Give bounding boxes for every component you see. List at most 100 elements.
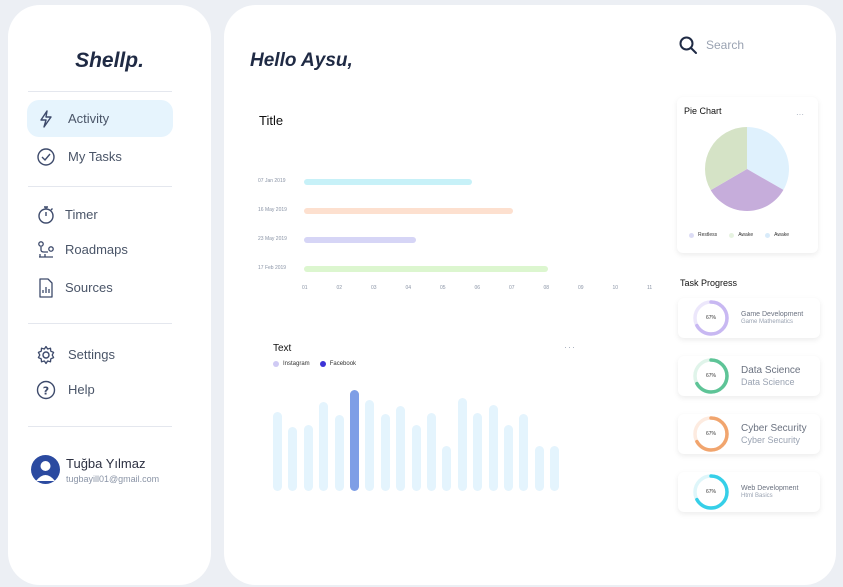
sidebar-item-label: Roadmaps — [65, 242, 128, 257]
progress-percent: 67% — [705, 373, 716, 379]
page-title: Hello Aysu, — [250, 50, 353, 71]
sidebar-item-activity[interactable]: Activity — [27, 100, 173, 137]
bar-chart-menu-button[interactable]: ··· — [564, 342, 576, 352]
pie-legend: Restless Awake Awake — [689, 232, 801, 238]
svg-text:?: ? — [43, 384, 49, 397]
gantt-row-date: 16 May 2019 — [258, 207, 287, 213]
bar-chart-bar — [365, 400, 375, 491]
bar-chart-bar — [534, 445, 544, 491]
sidebar-item-roadmaps[interactable]: Roadmaps — [27, 231, 173, 268]
gantt-tick-label: 11 — [647, 285, 653, 291]
task-subtitle: Game Mathematics — [741, 319, 794, 325]
sidebar-item-sources[interactable]: Sources — [27, 269, 173, 306]
pie-legend-item: Awake — [729, 232, 753, 238]
task-progress-card[interactable]: 67% Game Development Game Mathematics — [678, 298, 820, 338]
bar-chart-bar — [396, 406, 406, 491]
pie-chart-menu-button[interactable]: ··· — [796, 110, 804, 119]
bar-chart-bar — [519, 414, 529, 491]
task-progress-card[interactable]: 67% Cyber Security Cyber Security — [678, 414, 820, 454]
bar-chart-bar — [319, 402, 329, 491]
bar-chart-bar — [288, 427, 298, 491]
divider — [28, 91, 172, 92]
gantt-tick-label: 05 — [440, 285, 446, 291]
legend-dot — [729, 232, 735, 238]
gantt-row-date: 23 May 2019 — [258, 236, 287, 242]
sidebar: Shellp. Activity My Tasks Timer Roadmaps… — [8, 5, 211, 585]
bar-chart-bar — [380, 414, 390, 491]
gantt-row-date: 07 Jan 2019 — [258, 178, 286, 184]
sidebar-item-help[interactable]: ? Help — [27, 371, 173, 408]
task-progress-card[interactable]: 67% Web Development Html Basics — [678, 472, 820, 512]
bar-chart-bar — [411, 425, 421, 491]
sidebar-item-label: Help — [68, 382, 95, 397]
pie-legend-item: Restless — [689, 232, 717, 238]
avatar — [31, 455, 60, 484]
gantt-bar — [304, 237, 417, 243]
gantt-tick-label: 01 — [302, 285, 308, 291]
divider — [28, 186, 172, 187]
legend-dot — [319, 361, 326, 367]
progress-percent: 67% — [705, 431, 716, 437]
gantt-tick-label: 06 — [474, 285, 481, 291]
stopwatch-icon — [36, 205, 56, 225]
gear-icon — [36, 345, 56, 365]
bar-chart-bar — [457, 398, 467, 491]
gantt-chart: 07 Jan 2019 16 May 2019 23 May 2019 17 Feb … — [254, 165, 654, 305]
sidebar-item-my-tasks[interactable]: My Tasks — [27, 138, 173, 175]
search-icon — [678, 35, 698, 55]
legend-dot — [273, 361, 279, 367]
bolt-icon — [36, 109, 56, 129]
gantt-tick-label: 07 — [509, 285, 515, 291]
progress-ring: 67% — [691, 298, 731, 338]
gantt-title: Title — [259, 113, 284, 128]
bar-chart-bar — [550, 445, 560, 491]
bar-chart-bar — [427, 413, 436, 491]
bar-chart-bar — [350, 390, 359, 491]
sidebar-item-settings[interactable]: Settings — [27, 336, 173, 373]
logo: Shellp. — [75, 49, 144, 72]
task-progress-card[interactable]: 67% Data Science Data Science — [678, 356, 820, 396]
user-profile[interactable]: Tuğba Yılmaz tugbayill01@gmail.com — [31, 455, 159, 484]
gantt-row-date: 17 Feb 2019 — [258, 265, 287, 271]
task-title: Web Development — [741, 485, 799, 492]
pie-chart-title: Pie Chart — [684, 106, 722, 116]
legend-dot — [689, 232, 694, 238]
bar-chart — [270, 385, 580, 491]
legend-dot — [765, 232, 771, 238]
legend-item-instagram: Instagram — [273, 361, 310, 367]
bar-chart-bar — [442, 445, 452, 491]
document-icon — [36, 277, 56, 298]
sidebar-item-timer[interactable]: Timer — [27, 196, 173, 233]
progress-ring: 67% — [691, 414, 731, 454]
divider — [28, 323, 172, 324]
search-bar[interactable]: Search — [678, 35, 744, 55]
sidebar-item-label: Sources — [65, 280, 113, 295]
bar-chart-bar — [334, 415, 344, 491]
progress-percent: 67% — [705, 315, 716, 321]
progress-ring: 67% — [691, 472, 731, 512]
legend-item-facebook: Facebook — [319, 361, 356, 367]
legend-label: Restless — [698, 232, 718, 238]
bar-chart-bar — [504, 425, 513, 491]
sidebar-item-label: Settings — [68, 347, 115, 362]
legend-label: Awake — [738, 232, 754, 238]
gantt-tick-label: 08 — [543, 285, 550, 291]
task-title: Game Development — [741, 311, 804, 318]
pie-chart-card: Pie Chart ··· Restless Awake Awake — [677, 97, 818, 253]
gantt-tick-label: 04 — [405, 285, 412, 291]
route-icon — [36, 240, 56, 260]
sidebar-item-label: My Tasks — [68, 149, 122, 164]
bar-chart-bar — [273, 412, 282, 491]
help-icon: ? — [36, 380, 56, 400]
legend-label: Instagram — [283, 361, 310, 367]
gantt-bar — [304, 208, 513, 214]
user-email: tugbayill01@gmail.com — [66, 473, 160, 484]
bar-chart-bar — [488, 405, 498, 491]
task-progress-title: Task Progress — [680, 278, 738, 288]
pie-legend-item: Awake — [765, 232, 789, 238]
main-panel: Hello Aysu, Title 07 Jan 2019 16 May 2019… — [224, 5, 836, 585]
user-name: Tuğba Yılmaz — [66, 455, 146, 471]
bar-chart-title: Text — [273, 343, 292, 354]
search-input[interactable]: Search — [706, 38, 744, 52]
gantt-tick-label: 10 — [612, 285, 619, 291]
